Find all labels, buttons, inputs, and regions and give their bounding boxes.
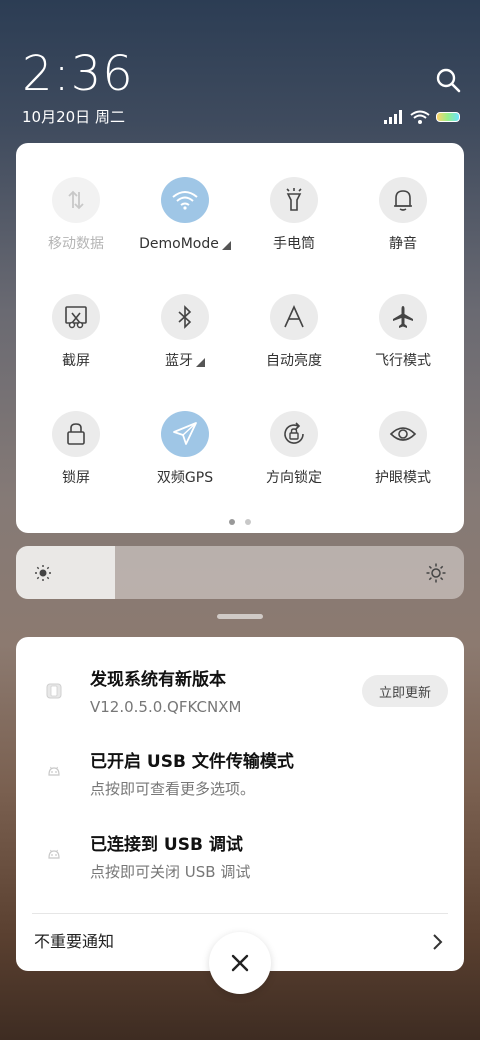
screenshot-icon [65, 306, 87, 329]
update-now-button[interactable]: 立即更新 [362, 675, 448, 707]
tile-dual-gps[interactable]: 双频GPS [129, 377, 241, 487]
page-dot [245, 519, 251, 525]
tile-wifi[interactable]: DemoMode [129, 143, 241, 253]
tile-bluetooth[interactable]: 蓝牙 [129, 260, 241, 370]
tile-label: 手电筒 [273, 236, 315, 252]
page-indicator [16, 519, 464, 525]
divider [32, 913, 448, 914]
brightness-low-icon [35, 565, 51, 581]
tile-label: 护眼模式 [375, 470, 431, 486]
tile-label: DemoMode [139, 235, 231, 253]
tile-label: 截屏 [62, 353, 90, 369]
tile-label: 静音 [389, 236, 417, 252]
lock-icon [67, 423, 85, 445]
page-dot-active [229, 519, 235, 525]
tile-label: 双频GPS [156, 470, 214, 486]
wifi-icon [410, 110, 430, 124]
battery-icon [436, 112, 460, 122]
auto-brightness-icon [284, 305, 304, 328]
tile-mute[interactable]: 静音 [347, 143, 459, 253]
android-icon [48, 849, 60, 859]
tile-rotation-lock[interactable]: 方向锁定 [238, 377, 350, 487]
brightness-high-icon [426, 563, 446, 583]
tile-flashlight[interactable]: 手电筒 [238, 143, 350, 253]
bluetooth-icon [178, 305, 192, 329]
notification-panel: 发现系统有新版本 V12.0.5.0.QFKCNXM 立即更新 已开启 USB … [16, 637, 464, 971]
tile-label: 蓝牙 [165, 352, 205, 370]
expand-triangle-icon [221, 240, 231, 250]
notification-subtitle: 点按即可关闭 USB 调试 [90, 863, 251, 881]
mobile-data-icon [68, 190, 84, 210]
brightness-slider[interactable] [16, 546, 464, 599]
android-icon [48, 766, 60, 776]
notification-title: 已开启 USB 文件传输模式 [90, 752, 294, 772]
notification-item-usb-transfer[interactable]: 已开启 USB 文件传输模式 点按即可查看更多选项。 [16, 749, 464, 809]
unimportant-notifications-link[interactable]: 不重要通知 [34, 931, 114, 953]
flashlight-icon [286, 188, 302, 211]
search-icon[interactable] [434, 66, 462, 94]
tile-lock-screen[interactable]: 锁屏 [20, 377, 132, 487]
quick-settings-panel: 移动数据 DemoMode 手电筒 静音 截屏 蓝牙 自动亮度 飞行模式 锁屏 … [16, 143, 464, 533]
notification-title: 已连接到 USB 调试 [90, 835, 243, 855]
notification-subtitle: 点按即可查看更多选项。 [90, 780, 256, 798]
system-update-icon [46, 683, 62, 699]
airplane-icon [393, 306, 413, 328]
tile-auto-brightness[interactable]: 自动亮度 [238, 260, 350, 370]
drag-handle[interactable] [217, 614, 263, 619]
notification-item-usb-debugging[interactable]: 已连接到 USB 调试 点按即可关闭 USB 调试 [16, 832, 464, 892]
expand-triangle-icon [196, 357, 205, 367]
date-label: 10月20日 周二 [22, 108, 125, 126]
tile-screenshot[interactable]: 截屏 [20, 260, 132, 370]
close-icon [231, 954, 249, 972]
brightness-fill [16, 546, 115, 599]
notification-item-system-update[interactable]: 发现系统有新版本 V12.0.5.0.QFKCNXM 立即更新 [16, 667, 464, 727]
notification-title: 发现系统有新版本 [90, 670, 226, 690]
notification-subtitle: V12.0.5.0.QFKCNXM [90, 698, 242, 716]
system-icons [384, 108, 460, 126]
tile-label: 锁屏 [62, 470, 90, 486]
gps-icon [173, 422, 197, 445]
chevron-right-icon[interactable] [430, 933, 446, 951]
tile-label: 飞行模式 [375, 353, 431, 369]
tile-airplane[interactable]: 飞行模式 [347, 260, 459, 370]
tile-eye-care[interactable]: 护眼模式 [347, 377, 459, 487]
eye-icon [389, 427, 417, 441]
clock: 2:36 [22, 46, 134, 102]
rotation-lock-icon [284, 422, 304, 444]
signal-icon [384, 110, 402, 124]
status-area: 2:36 10月20日 周二 [0, 0, 480, 140]
tile-label: 自动亮度 [266, 353, 322, 369]
clear-all-button[interactable] [209, 932, 271, 994]
wifi-icon [172, 191, 198, 210]
tile-mobile-data[interactable]: 移动数据 [20, 143, 132, 253]
bell-icon [394, 190, 412, 211]
tile-label: 移动数据 [48, 236, 104, 252]
tile-label: 方向锁定 [266, 470, 322, 486]
